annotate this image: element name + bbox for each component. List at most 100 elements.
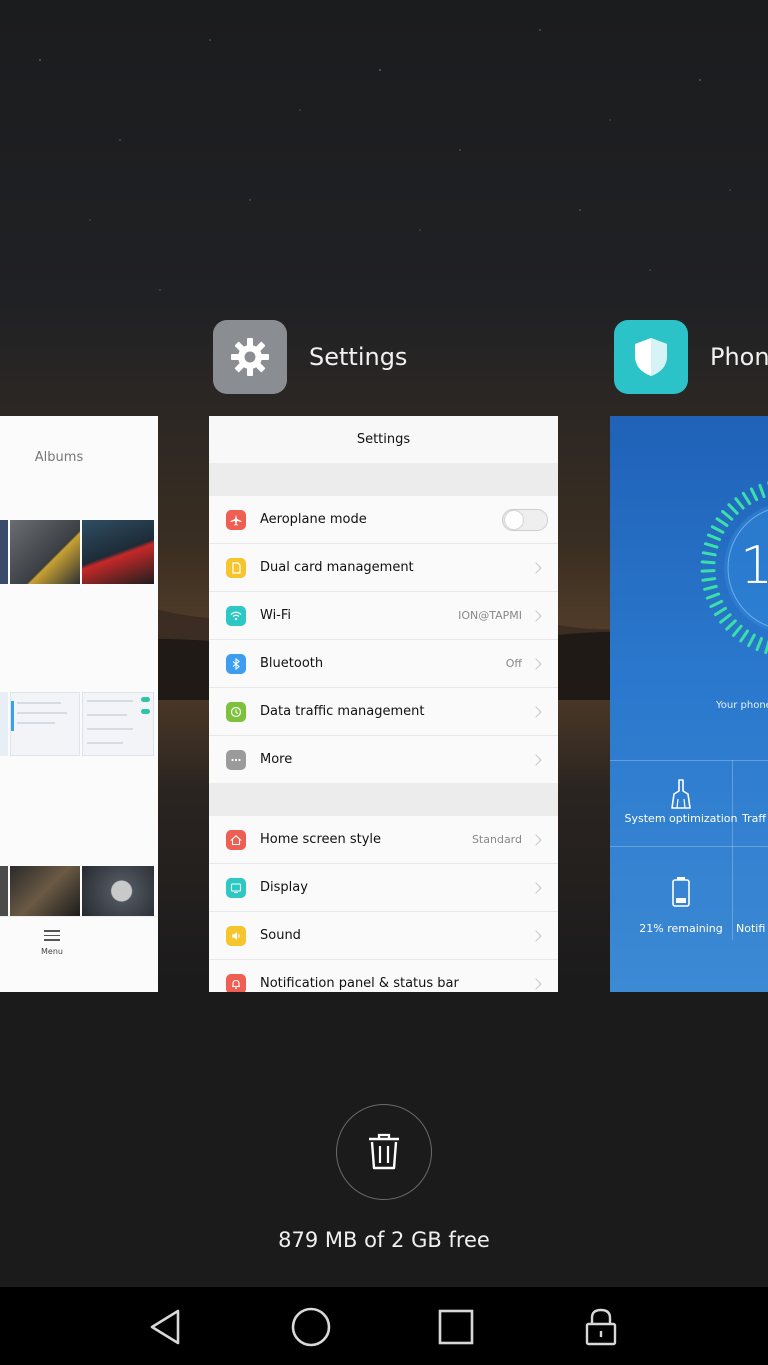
settings-row-wifi[interactable]: Wi-Fi ION@TAPMI [209,592,558,640]
divider [732,760,733,940]
app-title-phone-manager: Phon [710,343,768,371]
settings-row-notification-panel[interactable]: Notification panel & status bar [209,960,558,992]
ring-tick [734,497,745,510]
ring-tick [747,633,756,648]
album-thumbnail [0,692,8,756]
wifi-network-name: ION@TAPMI [458,609,522,622]
section-divider [209,783,558,816]
ring-tick [713,606,728,617]
ring-tick [727,503,739,515]
sim-card-icon [226,557,246,578]
ring-tick [705,592,721,600]
phone-status-text: Your phone [716,700,768,711]
tile-traffic-label[interactable]: Traff [742,812,766,825]
memory-status: 879 MB of 2 GB free [278,1228,490,1252]
home-circle-icon [291,1307,331,1347]
ring-tick [731,624,743,637]
home-screen-style-value: Standard [471,833,522,846]
wifi-icon [226,605,246,626]
lock-icon [585,1308,617,1346]
back-button[interactable] [142,1303,190,1351]
app-header-phone-manager[interactable]: Phon [614,320,768,394]
airplane-icon [226,509,246,530]
battery-icon [672,877,690,907]
albums-title: Albums [34,450,84,465]
ring-tick [719,613,732,624]
tile-notification-label[interactable]: Notifi [736,922,765,935]
ring-tick [749,487,759,502]
lock-button[interactable] [577,1303,625,1351]
tile-system-optimization[interactable]: System optimization [610,760,737,846]
album-thumbnail [82,520,154,584]
album-thumbnail [10,520,80,584]
album-thumbnail [0,866,8,916]
ring-tick [701,577,717,582]
app-header-settings[interactable]: Settings [213,320,407,394]
ring-tick [709,599,724,609]
optimization-score: 1 [740,536,768,596]
album-thumbnail [82,692,154,756]
gear-icon [213,320,287,394]
chevron-right-icon [530,977,542,990]
aeroplane-mode-toggle[interactable] [502,508,548,531]
more-icon [226,749,246,770]
square-icon [438,1309,474,1345]
ring-tick [710,525,725,534]
album-thumbnail [10,692,80,756]
settings-row-home-screen-style[interactable]: Home screen style Standard [209,816,558,864]
menu-icon [44,927,60,944]
display-icon [226,877,246,898]
ring-tick [721,509,734,521]
back-icon [150,1309,180,1345]
shield-icon [614,320,688,394]
settings-row-aeroplane-mode[interactable]: Aeroplane mode [209,496,558,544]
gallery-bottom-bar: Menu [0,916,158,992]
recent-app-card-gallery[interactable]: Albums Menu [0,416,158,992]
trash-icon [369,1133,399,1170]
ring-tick [703,542,719,549]
bluetooth-status: Off [505,657,522,670]
chevron-right-icon [530,561,542,574]
ring-tick [725,619,737,631]
home-icon [226,829,246,850]
chevron-right-icon [530,753,542,766]
clear-all-button[interactable] [336,1104,432,1200]
settings-row-sound[interactable]: Sound [209,912,558,960]
sound-icon [226,925,246,946]
recent-app-card-settings[interactable]: Settings Aeroplane mode Dual card manage… [209,416,558,992]
settings-row-bluetooth[interactable]: Bluetooth Off [209,640,558,688]
bluetooth-icon [226,653,246,674]
app-title-settings: Settings [309,343,408,371]
settings-row-dual-card-management[interactable]: Dual card management [209,544,558,592]
album-thumbnail [0,520,8,584]
settings-row-more[interactable]: More [209,736,558,783]
notification-icon [226,973,246,992]
home-button[interactable] [287,1303,335,1351]
settings-row-data-traffic-management[interactable]: Data traffic management [209,688,558,736]
chevron-right-icon [530,705,542,718]
navigation-bar [0,1287,768,1365]
album-thumbnail [10,866,80,916]
chevron-right-icon [530,929,542,942]
broom-icon [671,779,691,809]
recent-app-card-phone-manager[interactable]: 1 Your phone System optimization Traff 2… [610,416,768,992]
menu-label: Menu [41,947,63,956]
ring-tick [741,491,752,506]
ring-tick [701,551,717,557]
ring-tick [739,629,750,643]
settings-row-display[interactable]: Display [209,864,558,912]
section-divider [209,463,558,496]
album-thumbnail [82,866,154,916]
ring-tick [715,517,729,528]
ring-tick [700,560,716,565]
ring-tick [706,533,722,542]
recents-button[interactable] [432,1303,480,1351]
chevron-right-icon [530,833,542,846]
chevron-right-icon [530,609,542,622]
settings-card-title: Settings [209,416,558,463]
ring-tick [703,584,718,591]
tile-battery[interactable]: 21% remaining [610,846,732,940]
chevron-right-icon [530,881,542,894]
ring-tick [755,636,764,652]
data-traffic-icon [226,701,246,722]
